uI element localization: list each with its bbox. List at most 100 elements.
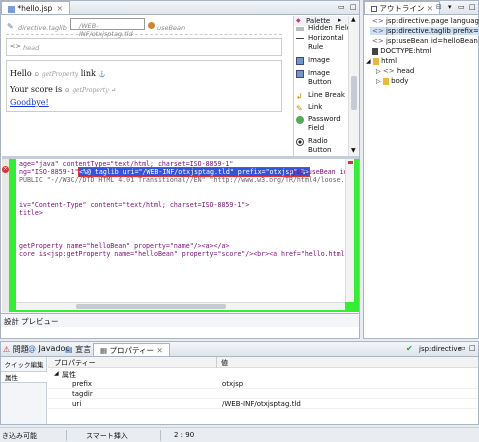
source-vertical-scrollbar[interactable]: [345, 159, 354, 302]
properties-title: jsp:directive: [419, 345, 462, 353]
source-editor[interactable]: × age="java" contentType="text/html; cha…: [2, 159, 359, 312]
outline-item-directive-taglib[interactable]: <> jsp:directive.taglib prefix=otxjsp: [370, 27, 479, 35]
head-box[interactable]: <> head: [6, 38, 282, 56]
editor-mode-tabs: 設計 プレビュー: [1, 313, 359, 327]
table-row[interactable]: uri /WEB-INF/otxjsptag.tld: [48, 399, 478, 409]
editor-panel: *hello.jsp ✕ ▭ □ ✎ directive.taglib /WEB…: [0, 0, 360, 339]
tab-label: *hello.jsp: [17, 4, 53, 13]
scroll-down-icon[interactable]: ▼: [351, 147, 356, 154]
view-menu-icon[interactable]: ▾: [448, 3, 452, 11]
tab-preview[interactable]: プレビュー: [21, 316, 59, 327]
outline-item-doctype[interactable]: DOCTYPE:html: [372, 47, 432, 55]
row-uri-value[interactable]: /WEB-INF/otxjsptag.tld: [222, 400, 301, 408]
head-tag-icon: <>: [10, 42, 21, 50]
tab-problems[interactable]: ⚠ 問題: [3, 344, 29, 355]
close-icon[interactable]: ✕: [57, 4, 63, 13]
getproperty-label[interactable]: getProperty: [42, 71, 78, 78]
br-icon: ↵: [111, 87, 117, 94]
design-canvas[interactable]: ✎ directive.taglib /WEB-INF/otxjsptag.tl…: [2, 16, 292, 156]
outline-panel: アウトライン ✕ ⊟ ▾ ▭ □ <> jsp:directive.page l…: [363, 0, 479, 339]
collapse-all-icon[interactable]: ⊟: [436, 3, 442, 11]
outline-item-head[interactable]: ▷ <> head: [376, 67, 414, 75]
source-line-6: iv="Content-Type" content="text/html; ch…: [19, 201, 250, 209]
error-marker-icon[interactable]: ×: [2, 166, 9, 173]
scroll-up-icon[interactable]: ▲: [351, 16, 356, 23]
properties-table: プロパティー 値 ◢ 属性 prefix otxjsp tagdir uri /…: [48, 357, 478, 424]
palette-scrollbar[interactable]: ▲ ▼: [348, 16, 359, 156]
source-selected-taglib[interactable]: <%@ taglib uri="/WEB-INF/otxjsptag.tld" …: [77, 167, 311, 177]
expand-arrow-icon[interactable]: ▷: [376, 68, 381, 75]
expand-arrow-icon[interactable]: ▷: [376, 78, 381, 85]
outline-item-body[interactable]: ▷ body: [376, 77, 408, 85]
editor-tabbar: *hello.jsp ✕ ▭ □: [1, 1, 359, 15]
tab-properties[interactable]: ▦ プロパティー ✕: [93, 343, 170, 356]
outline-title: アウトライン: [379, 4, 425, 13]
score-text: Your score is: [10, 85, 63, 94]
tab-attributes[interactable]: 属性: [1, 371, 47, 383]
row-prefix-name: prefix: [72, 380, 93, 388]
row-uri-name: uri: [72, 400, 82, 408]
image-button-icon: [296, 70, 304, 78]
row-prefix-value[interactable]: otxjsp: [222, 380, 243, 388]
collapse-arrow-icon[interactable]: ◢: [366, 58, 371, 65]
tab-design[interactable]: 設計: [4, 316, 19, 327]
tab-quick-edit[interactable]: クイック編集: [3, 360, 45, 371]
jsp-tag-icon: <>: [372, 27, 384, 35]
maximize-icon[interactable]: □: [469, 344, 476, 352]
overview-error-icon[interactable]: [348, 161, 353, 164]
source-line-3: PUBLIC "-//W3C//DTD HTML 4.01 Transition…: [19, 176, 345, 184]
tag-icon: <>: [382, 67, 395, 75]
webinf-path-box[interactable]: /WEB-INF/otxjsptag.tld: [70, 18, 145, 38]
outline-icon: [371, 6, 377, 12]
source-line-12: core is<jsp:getProperty name="helloBean"…: [19, 250, 345, 258]
status-bar: き込み可能 スマート挿入 2 : 90: [0, 427, 479, 442]
bean-icon: [148, 22, 155, 29]
anchor-icon: ⚓: [98, 71, 106, 78]
column-divider[interactable]: [216, 357, 217, 368]
body-box[interactable]: Hello ⊙ getProperty link ⚓ Your score is…: [6, 60, 282, 112]
row-tagdir-name: tagdir: [72, 390, 93, 398]
getproperty-label[interactable]: getProperty: [72, 87, 108, 94]
column-property[interactable]: プロパティー: [54, 358, 96, 368]
minimize-icon[interactable]: ▭: [459, 344, 466, 352]
close-icon[interactable]: ✕: [156, 346, 162, 355]
minimize-icon[interactable]: ▭: [338, 3, 345, 11]
tab-javadoc[interactable]: @ Javadoc: [28, 344, 70, 353]
tab-outline[interactable]: アウトライン ✕: [364, 1, 441, 14]
line-break-icon: ↲: [296, 92, 303, 101]
outline-item-directive-page[interactable]: <> jsp:directive.page language=jav: [372, 17, 479, 25]
horizontal-rule-icon: [296, 38, 304, 39]
source-text-area[interactable]: age="java" contentType="text/html; chars…: [16, 159, 345, 302]
collapse-arrow-icon[interactable]: ◢: [54, 370, 59, 377]
maximize-icon[interactable]: □: [350, 3, 357, 11]
getproperty-icon: ⊙: [34, 71, 40, 78]
source-horizontal-scrollbar[interactable]: [16, 302, 345, 310]
table-row[interactable]: tagdir: [48, 389, 478, 399]
maximize-icon[interactable]: □: [469, 3, 476, 11]
webinf-path-label: /WEB-INF/otxjsptag.tld: [79, 22, 133, 38]
directive-taglib-label[interactable]: directive.taglib: [18, 24, 67, 32]
scroll-thumb[interactable]: [351, 76, 357, 110]
doctype-icon: [372, 47, 378, 55]
close-icon[interactable]: ✕: [427, 4, 433, 13]
image-icon: [296, 57, 304, 65]
radio-button-icon: [296, 138, 304, 146]
tab-declaration[interactable]: ▤ 宣言: [65, 344, 91, 355]
source-line-7: title>: [19, 209, 43, 217]
table-row-group[interactable]: ◢ 属性: [48, 369, 478, 379]
palette-menu-icon[interactable]: ▸: [338, 16, 342, 24]
goodbye-link[interactable]: Goodbye!: [10, 98, 49, 107]
link-text[interactable]: link: [81, 69, 96, 78]
outline-item-html[interactable]: ◢ html: [366, 57, 397, 65]
properties-panel: ⚠ 問題 @ Javadoc ▤ 宣言 ▦ プロパティー ✕ ✔ jsp:dir…: [0, 341, 479, 425]
usebean-label[interactable]: useBean: [157, 24, 185, 32]
minimize-icon[interactable]: ▭: [458, 3, 465, 11]
table-row[interactable]: prefix otxjsp: [48, 379, 478, 389]
outline-item-usebean[interactable]: <> jsp:useBean id=helloBean: [372, 37, 478, 45]
column-value[interactable]: 値: [221, 358, 228, 368]
source-line-1: age="java" contentType="text/html; chars…: [19, 160, 234, 168]
status-writable: き込み可能: [2, 432, 37, 440]
source-usebean-fragment: <jsp:useBean id=": [288, 168, 345, 176]
hscroll-thumb[interactable]: [76, 304, 226, 309]
tab-hello-jsp[interactable]: *hello.jsp ✕: [1, 1, 70, 14]
